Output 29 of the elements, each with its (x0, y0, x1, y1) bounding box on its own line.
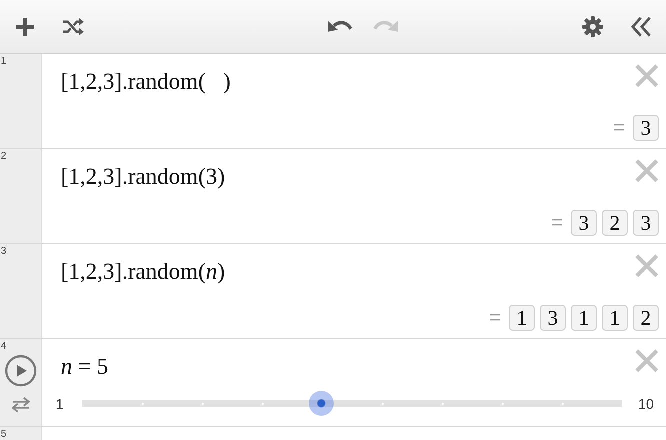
shuffle-icon[interactable] (62, 16, 84, 36)
slider-thumb[interactable] (309, 391, 334, 416)
slider-max: 10 (638, 396, 654, 412)
collapse-icon[interactable] (630, 16, 652, 38)
result-value: 1 (509, 305, 535, 331)
play-icon[interactable] (4, 355, 36, 387)
line-number: 4 (1, 341, 7, 352)
math-expression[interactable]: [1,2,3].random(n) (61, 259, 226, 285)
repeat-icon[interactable] (12, 397, 30, 413)
equals-sign: = (613, 116, 625, 140)
line-number: 3 (1, 246, 7, 257)
math-expression[interactable]: n = 5 (61, 354, 108, 380)
result-value: 2 (602, 210, 628, 236)
add-icon[interactable] (14, 16, 36, 38)
result-value: 3 (633, 210, 659, 236)
result-value: 3 (633, 115, 659, 141)
line-number: 1 (1, 56, 7, 67)
result-value: 3 (540, 305, 566, 331)
line-number: 2 (1, 151, 7, 162)
result-value: 1 (602, 305, 628, 331)
result-value: 2 (633, 305, 659, 331)
result-value: 3 (571, 210, 597, 236)
result-value: 1 (571, 305, 597, 331)
equals-sign: = (489, 306, 501, 330)
equals-sign: = (551, 212, 563, 234)
line-number: 5 (1, 429, 7, 440)
math-expression[interactable]: [1,2,3].random( ) (61, 69, 231, 95)
math-expression[interactable]: [1,2,3].random(3) (61, 164, 226, 190)
slider-min: 1 (56, 396, 64, 412)
